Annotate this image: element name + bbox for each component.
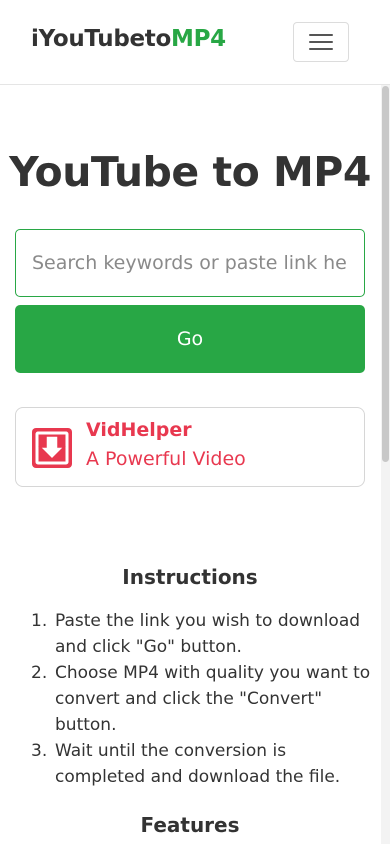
search-input[interactable] — [16, 230, 364, 296]
hamburger-menu-icon[interactable] — [293, 22, 349, 62]
download-arrow-icon — [32, 428, 72, 468]
step-number: 3. — [31, 741, 48, 761]
search-box — [15, 229, 365, 297]
promo-title: VidHelper — [86, 419, 192, 441]
features-heading: Features — [140, 813, 240, 837]
brand-logo[interactable]: iYouTubetoMP4 — [31, 26, 226, 52]
page-title: YouTube to MP4 — [9, 148, 371, 196]
vidhelper-promo-card[interactable]: VidHelper A Powerful Video — [15, 407, 365, 487]
go-button[interactable]: Go — [15, 305, 365, 373]
instructions-heading: Instructions — [122, 565, 258, 589]
menu-bar — [309, 41, 333, 43]
list-item: 1. Paste the link you wish to download an… — [31, 608, 371, 660]
scrollbar-thumb[interactable] — [382, 86, 389, 462]
instructions-list: 1. Paste the link you wish to download an… — [31, 608, 371, 790]
list-item: 3. Wait until the conversion is completed… — [31, 738, 371, 790]
brand-accent: MP4 — [171, 26, 226, 52]
brand-prefix: iYouTubeto — [31, 26, 171, 52]
step-text: Choose MP4 with quality you want to conv… — [55, 663, 371, 735]
step-number: 2. — [31, 663, 48, 683]
menu-bar — [309, 48, 333, 50]
navbar: iYouTubetoMP4 — [0, 0, 390, 85]
menu-bar — [309, 34, 333, 36]
step-number: 1. — [31, 611, 48, 631]
promo-subtitle: A Powerful Video — [86, 448, 246, 470]
list-item: 2. Choose MP4 with quality you want to co… — [31, 660, 371, 738]
step-text: Wait until the conversion is completed a… — [55, 741, 341, 787]
step-text: Paste the link you wish to download and … — [55, 611, 361, 657]
